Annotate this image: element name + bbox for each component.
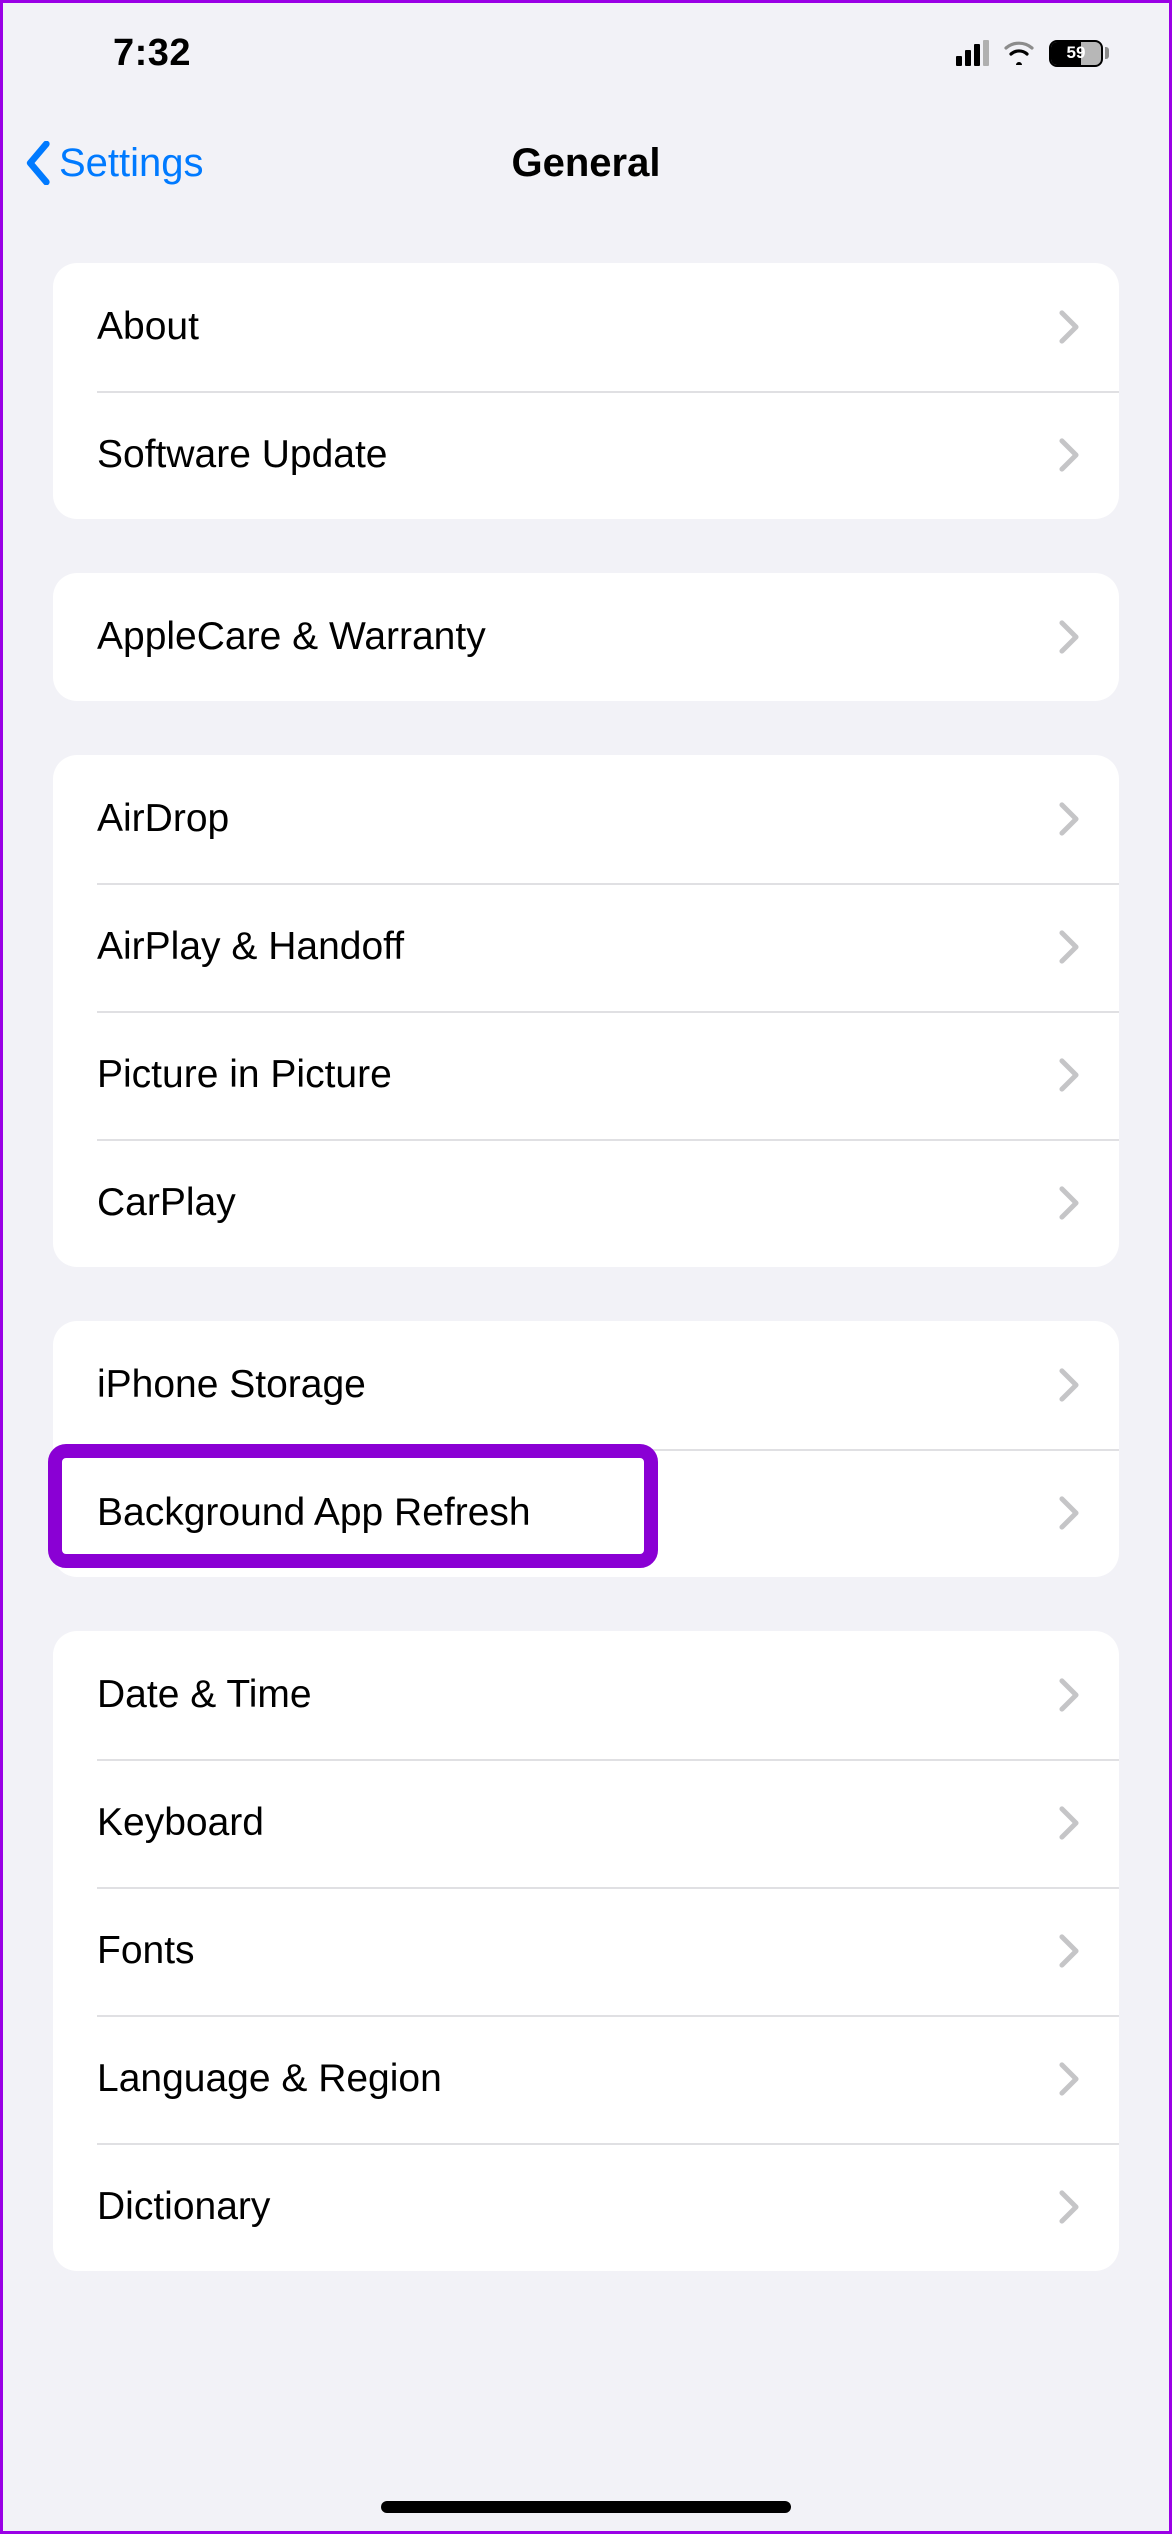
chevron-right-icon [1059, 1934, 1079, 1968]
chevron-right-icon [1059, 1496, 1079, 1530]
row-label: Keyboard [97, 1801, 1059, 1845]
row-label: iPhone Storage [97, 1363, 1059, 1407]
disclosure-indicator [1059, 1934, 1079, 1968]
row-label: About [97, 305, 1059, 349]
row-label: Picture in Picture [97, 1053, 1059, 1097]
chevron-right-icon [1059, 1678, 1079, 1712]
chevron-right-icon [1059, 1186, 1079, 1220]
row-label: AirPlay & Handoff [97, 925, 1059, 969]
chevron-right-icon [1059, 930, 1079, 964]
disclosure-indicator [1059, 310, 1079, 344]
nav-bar: Settings General [3, 103, 1169, 223]
row-carplay[interactable]: CarPlay [53, 1139, 1119, 1267]
row-picture-in-picture[interactable]: Picture in Picture [53, 1011, 1119, 1139]
chevron-right-icon [1059, 802, 1079, 836]
row-airplay-handoff[interactable]: AirPlay & Handoff [53, 883, 1119, 1011]
status-indicators: 59 [956, 40, 1109, 67]
status-bar: 7:32 59 [3, 3, 1169, 103]
row-keyboard[interactable]: Keyboard [53, 1759, 1119, 1887]
chevron-right-icon [1059, 310, 1079, 344]
disclosure-indicator [1059, 438, 1079, 472]
chevron-right-icon [1059, 2062, 1079, 2096]
row-language-region[interactable]: Language & Region [53, 2015, 1119, 2143]
home-indicator[interactable] [381, 2501, 791, 2513]
row-background-app-refresh[interactable]: Background App Refresh [53, 1449, 1119, 1577]
battery-icon: 59 [1049, 40, 1109, 67]
row-label: Language & Region [97, 2057, 1059, 2101]
row-label: AppleCare & Warranty [97, 615, 1059, 659]
disclosure-indicator [1059, 930, 1079, 964]
back-label: Settings [59, 141, 204, 186]
row-label: Dictionary [97, 2185, 1059, 2229]
row-label: Software Update [97, 433, 1059, 477]
back-button[interactable]: Settings [25, 141, 204, 186]
chevron-right-icon [1059, 620, 1079, 654]
settings-group: Date & Time Keyboard Fonts Language & Regio… [53, 1631, 1119, 2271]
row-iphone-storage[interactable]: iPhone Storage [53, 1321, 1119, 1449]
disclosure-indicator [1059, 1186, 1079, 1220]
row-label: Background App Refresh [97, 1491, 1059, 1535]
disclosure-indicator [1059, 1806, 1079, 1840]
chevron-right-icon [1059, 2190, 1079, 2224]
disclosure-indicator [1059, 2062, 1079, 2096]
chevron-right-icon [1059, 1806, 1079, 1840]
row-date-time[interactable]: Date & Time [53, 1631, 1119, 1759]
settings-group: iPhone Storage Background App Refresh [53, 1321, 1119, 1577]
settings-group: AppleCare & Warranty [53, 573, 1119, 701]
row-fonts[interactable]: Fonts [53, 1887, 1119, 2015]
row-label: CarPlay [97, 1181, 1059, 1225]
chevron-right-icon [1059, 1058, 1079, 1092]
disclosure-indicator [1059, 2190, 1079, 2224]
disclosure-indicator [1059, 1496, 1079, 1530]
cellular-signal-icon [956, 40, 989, 66]
wifi-icon [1003, 41, 1035, 65]
settings-group: AirDrop AirPlay & Handoff Picture in Pictu… [53, 755, 1119, 1267]
row-software-update[interactable]: Software Update [53, 391, 1119, 519]
row-airdrop[interactable]: AirDrop [53, 755, 1119, 883]
chevron-left-icon [25, 141, 53, 185]
disclosure-indicator [1059, 620, 1079, 654]
row-label: AirDrop [97, 797, 1059, 841]
chevron-right-icon [1059, 438, 1079, 472]
chevron-right-icon [1059, 1368, 1079, 1402]
battery-percent: 59 [1051, 42, 1101, 65]
settings-group: About Software Update [53, 263, 1119, 519]
disclosure-indicator [1059, 802, 1079, 836]
row-label: Date & Time [97, 1673, 1059, 1717]
row-about[interactable]: About [53, 263, 1119, 391]
row-label: Fonts [97, 1929, 1059, 1973]
disclosure-indicator [1059, 1678, 1079, 1712]
settings-list: About Software Update AppleCare & Warranty… [3, 263, 1169, 2271]
row-dictionary[interactable]: Dictionary [53, 2143, 1119, 2271]
disclosure-indicator [1059, 1058, 1079, 1092]
row-applecare-warranty[interactable]: AppleCare & Warranty [53, 573, 1119, 701]
disclosure-indicator [1059, 1368, 1079, 1402]
status-time: 7:32 [113, 32, 191, 75]
